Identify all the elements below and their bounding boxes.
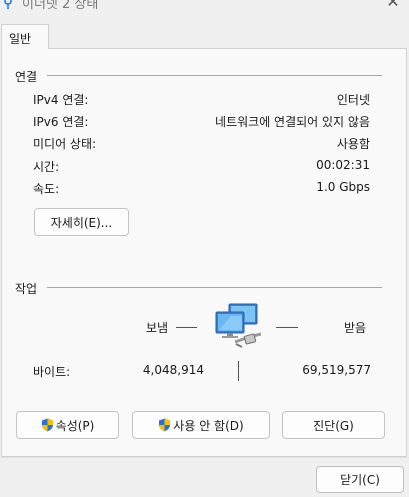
speed-label: 속도:: [33, 182, 60, 196]
tab-panel-general: [1, 48, 407, 457]
footer-divider: [0, 457, 409, 458]
sent-line: [176, 327, 197, 328]
properties-button-label: 속성(P): [55, 418, 95, 433]
connection-section-title: 연결: [15, 70, 38, 84]
close-button[interactable]: 닫기(C): [316, 466, 404, 493]
uac-shield-icon: [159, 418, 171, 432]
activity-section-title: 작업: [15, 282, 38, 296]
bytes-received-value: 69,519,577: [302, 363, 371, 377]
media-state-value: 사용함: [336, 137, 370, 151]
properties-button[interactable]: 속성(P): [16, 411, 119, 439]
ipv6-label: IPv6 연결:: [33, 115, 89, 129]
network-computers-icon: [215, 303, 262, 348]
close-icon: ✕: [386, 0, 400, 11]
tab-general-label: 일반: [9, 32, 32, 46]
bytes-separator: [238, 361, 239, 381]
tab-general[interactable]: 일반: [1, 24, 49, 49]
ipv4-value: 인터넷: [336, 93, 370, 107]
details-button[interactable]: 자세히(E)...: [34, 208, 129, 236]
close-window-button[interactable]: ✕: [383, 0, 403, 11]
diagnose-button[interactable]: 진단(G): [282, 411, 385, 439]
sent-label: 보냄: [146, 321, 169, 335]
title-bar: 이더넷 2 상태 ✕: [0, 0, 409, 16]
received-line: [276, 327, 298, 328]
uac-shield-icon: [41, 418, 53, 432]
connection-divider: [47, 75, 382, 76]
disable-button[interactable]: 사용 안 함(D): [132, 411, 270, 439]
bytes-label: 바이트:: [33, 365, 71, 379]
media-state-label: 미디어 상태:: [33, 137, 97, 151]
disable-button-label: 사용 안 함(D): [173, 418, 244, 433]
ipv4-label: IPv4 연결:: [33, 93, 89, 107]
speed-value: 1.0 Gbps: [316, 180, 370, 194]
window-title: 이더넷 2 상태: [22, 0, 99, 12]
duration-label: 시간:: [33, 160, 60, 174]
bytes-sent-value: 4,048,914: [142, 363, 204, 377]
activity-divider: [47, 287, 382, 288]
network-adapter-icon: [4, 0, 12, 9]
duration-value: 00:02:31: [316, 158, 370, 172]
ipv6-value: 네트워크에 연결되어 있지 않음: [215, 115, 370, 129]
received-label: 받음: [344, 321, 367, 335]
